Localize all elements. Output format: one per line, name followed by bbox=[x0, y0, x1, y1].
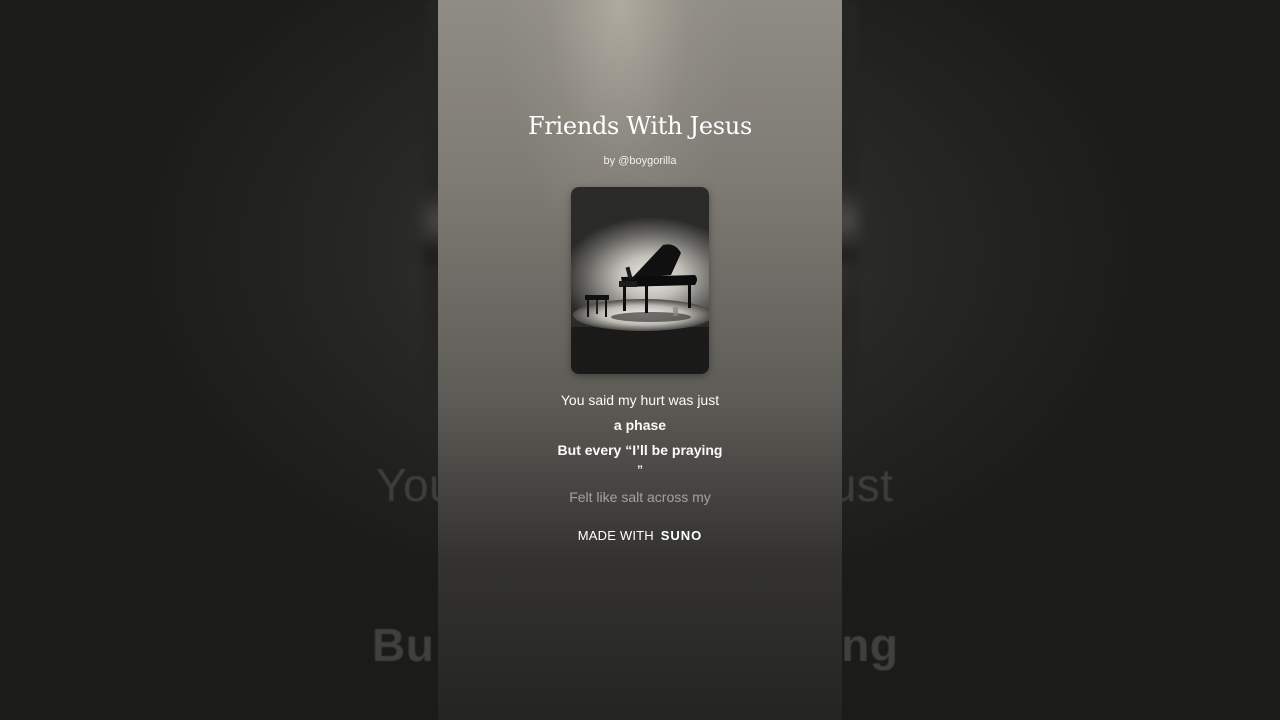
lyric-line-current: a phase bbox=[613, 417, 667, 433]
song-byline: by @boygorilla bbox=[603, 155, 677, 167]
lyric-line-upcoming: Felt like salt across my bbox=[569, 489, 711, 505]
background-lyric-left: Bu bbox=[372, 619, 435, 671]
lyrics-block: You said my hurt was just a phase But ev… bbox=[438, 388, 842, 510]
video-panel: Friends With Jesus by @boygorilla You sa… bbox=[438, 0, 842, 720]
lyric-line-current: But every “I’ll be praying bbox=[557, 442, 723, 458]
lyric-line: You said my hurt was just bbox=[560, 392, 720, 408]
made-with-badge: MADE WITH SUNO bbox=[438, 528, 842, 543]
suno-logo: SUNO bbox=[660, 528, 703, 543]
song-title: Friends With Jesus bbox=[528, 112, 752, 140]
lyric-line-current: ” bbox=[637, 463, 643, 477]
grand-piano-icon bbox=[571, 244, 709, 374]
cover-art bbox=[571, 187, 709, 374]
made-with-label: MADE WITH bbox=[577, 528, 654, 543]
